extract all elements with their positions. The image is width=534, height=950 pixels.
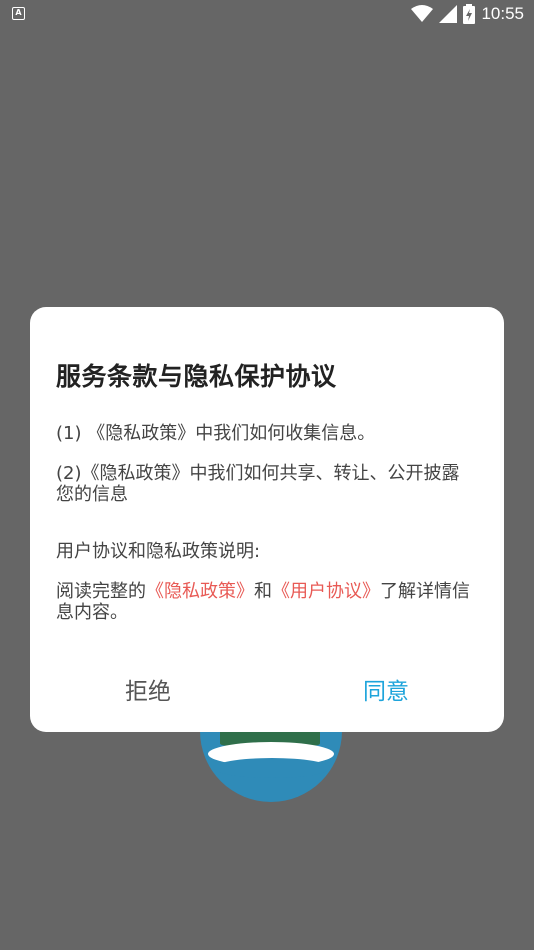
- privacy-dialog: 服务条款与隐私保护协议 (1) 《隐私政策》中我们如何收集信息。 (2)《隐私政…: [30, 307, 504, 732]
- battery-icon: [463, 4, 476, 24]
- dialog-title: 服务条款与隐私保护协议: [56, 362, 337, 391]
- section-label: 用户协议和隐私政策说明:: [56, 541, 261, 562]
- signal-icon: [439, 5, 458, 23]
- and-text: 和: [254, 581, 272, 602]
- agree-button[interactable]: 同意: [306, 667, 466, 717]
- status-bar: A 10:55: [0, 0, 534, 28]
- read-full-text: 阅读完整的《隐私政策》和《用户协议》了解详情信息内容。: [56, 581, 476, 623]
- read-prefix: 阅读完整的: [56, 581, 146, 602]
- user-agreement-link[interactable]: 《用户协议》: [272, 581, 380, 602]
- dialog-item-1: (1) 《隐私政策》中我们如何收集信息。: [56, 423, 376, 444]
- wifi-icon: [411, 5, 434, 22]
- logo-wave-shape-inner: [214, 758, 330, 778]
- dialog-item-2: (2)《隐私政策》中我们如何共享、转让、公开披露您的信息: [56, 463, 460, 505]
- privacy-policy-link[interactable]: 《隐私政策》: [146, 581, 254, 602]
- reject-button[interactable]: 拒绝: [68, 667, 228, 717]
- status-icons: 10:55: [411, 3, 524, 25]
- notification-icon: A: [12, 7, 25, 20]
- status-time: 10:55: [481, 4, 524, 23]
